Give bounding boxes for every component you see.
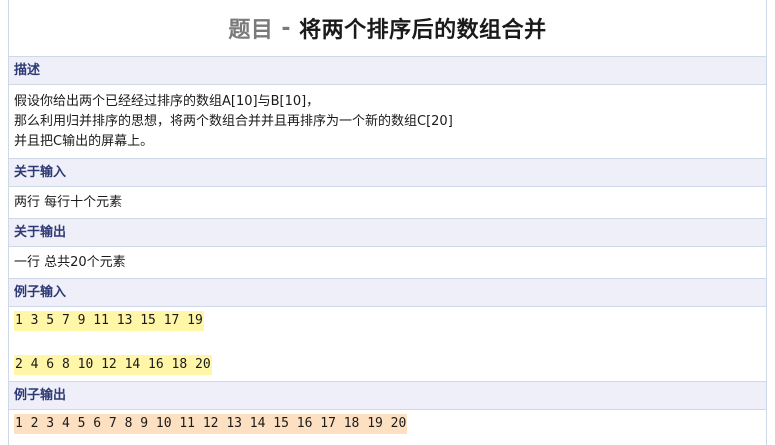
input-body: 两行 每行十个元素 — [9, 187, 766, 219]
problem-page: 题目 - 将两个排序后的数组合并 描述 假设你给出两个已经经过排序的数组A[10… — [8, 0, 767, 445]
output-text: 一行 总共20个元素 — [14, 255, 126, 270]
page-title: 题目 - 将两个排序后的数组合并 — [9, 0, 766, 57]
input-header: 关于输入 — [9, 159, 766, 187]
sample-input-line: 2 4 6 8 10 12 14 16 18 20 — [14, 355, 212, 375]
title-main: 将两个排序后的数组合并 — [299, 18, 547, 43]
output-body: 一行 总共20个元素 — [9, 247, 766, 279]
input-text: 两行 每行十个元素 — [14, 195, 123, 210]
sample-output-body: 1 2 3 4 5 6 7 8 9 10 11 12 13 14 15 16 1… — [9, 410, 766, 442]
title-prefix: 题目 — [228, 18, 274, 43]
sample-input-body: 1 3 5 7 9 11 13 15 17 19 2 4 6 8 10 12 1… — [9, 307, 766, 382]
output-header: 关于输出 — [9, 219, 766, 247]
sample-input-blank-line — [14, 331, 761, 355]
description-line: 那么利用归并排序的思想，将两个数组合并并且再排序为一个新的数组C[20] — [14, 114, 453, 129]
description-line: 并且把C输出的屏幕上。 — [14, 134, 154, 149]
description-body: 假设你给出两个已经经过排序的数组A[10]与B[10]， 那么利用归并排序的思想… — [9, 85, 766, 159]
description-line: 假设你给出两个已经经过排序的数组A[10]与B[10]， — [14, 94, 320, 109]
sample-output-header: 例子输出 — [9, 382, 766, 410]
sample-input-line: 1 3 5 7 9 11 13 15 17 19 — [14, 311, 204, 331]
description-header: 描述 — [9, 57, 766, 85]
title-separator: - — [281, 15, 292, 41]
sample-input-header: 例子输入 — [9, 279, 766, 307]
sample-output-line: 1 2 3 4 5 6 7 8 9 10 11 12 13 14 15 16 1… — [14, 414, 408, 434]
